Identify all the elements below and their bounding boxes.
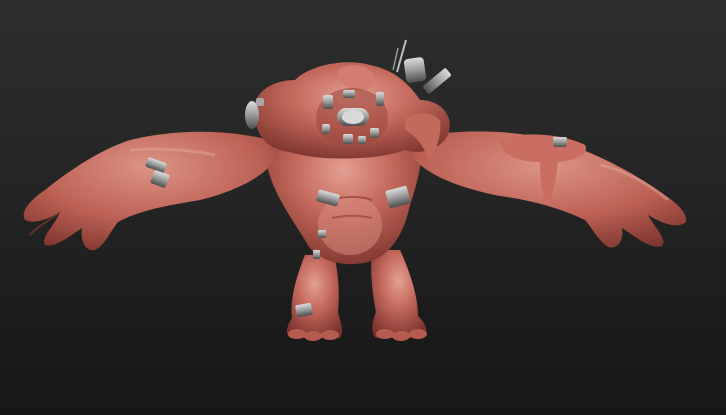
sculpt-canvas[interactable] bbox=[0, 0, 726, 415]
3d-viewport[interactable] bbox=[0, 0, 726, 415]
creature-right-arm bbox=[405, 131, 687, 248]
creature-left-arm bbox=[23, 131, 275, 251]
chest-mechanism bbox=[316, 88, 388, 148]
